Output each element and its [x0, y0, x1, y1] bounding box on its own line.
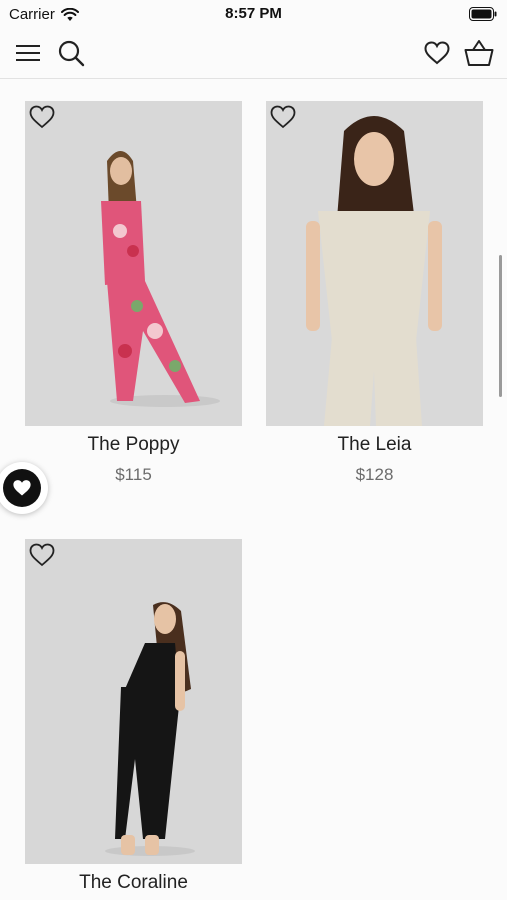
basket-icon[interactable] [464, 38, 494, 68]
product-image[interactable] [25, 539, 242, 864]
product-image[interactable] [25, 101, 242, 426]
favorite-heart-icon[interactable] [29, 543, 55, 567]
product-name[interactable]: The Coraline [25, 872, 242, 894]
hamburger-menu-icon[interactable] [13, 38, 43, 68]
heart-outline-icon[interactable] [422, 38, 452, 68]
product-image[interactable] [266, 101, 483, 426]
product-price: $128 [355, 465, 394, 484]
status-bar: Carrier 8:57 PM [0, 0, 507, 28]
favorite-heart-icon[interactable] [270, 105, 296, 129]
heart-filled-icon [3, 469, 41, 507]
outfit-top [101, 201, 145, 285]
clock: 8:57 PM [225, 5, 282, 22]
product-name[interactable]: The Poppy [25, 434, 242, 456]
scroll-indicator[interactable] [499, 255, 502, 397]
outfit-top [318, 211, 430, 341]
top-nav-bar [0, 28, 507, 79]
favorite-heart-icon[interactable] [29, 105, 55, 129]
search-icon[interactable] [56, 38, 86, 68]
wishlist-floating-button[interactable] [0, 462, 48, 514]
battery-icon [469, 7, 497, 26]
product-name[interactable]: The Leia [266, 434, 483, 456]
product-price: $115 [115, 465, 152, 484]
